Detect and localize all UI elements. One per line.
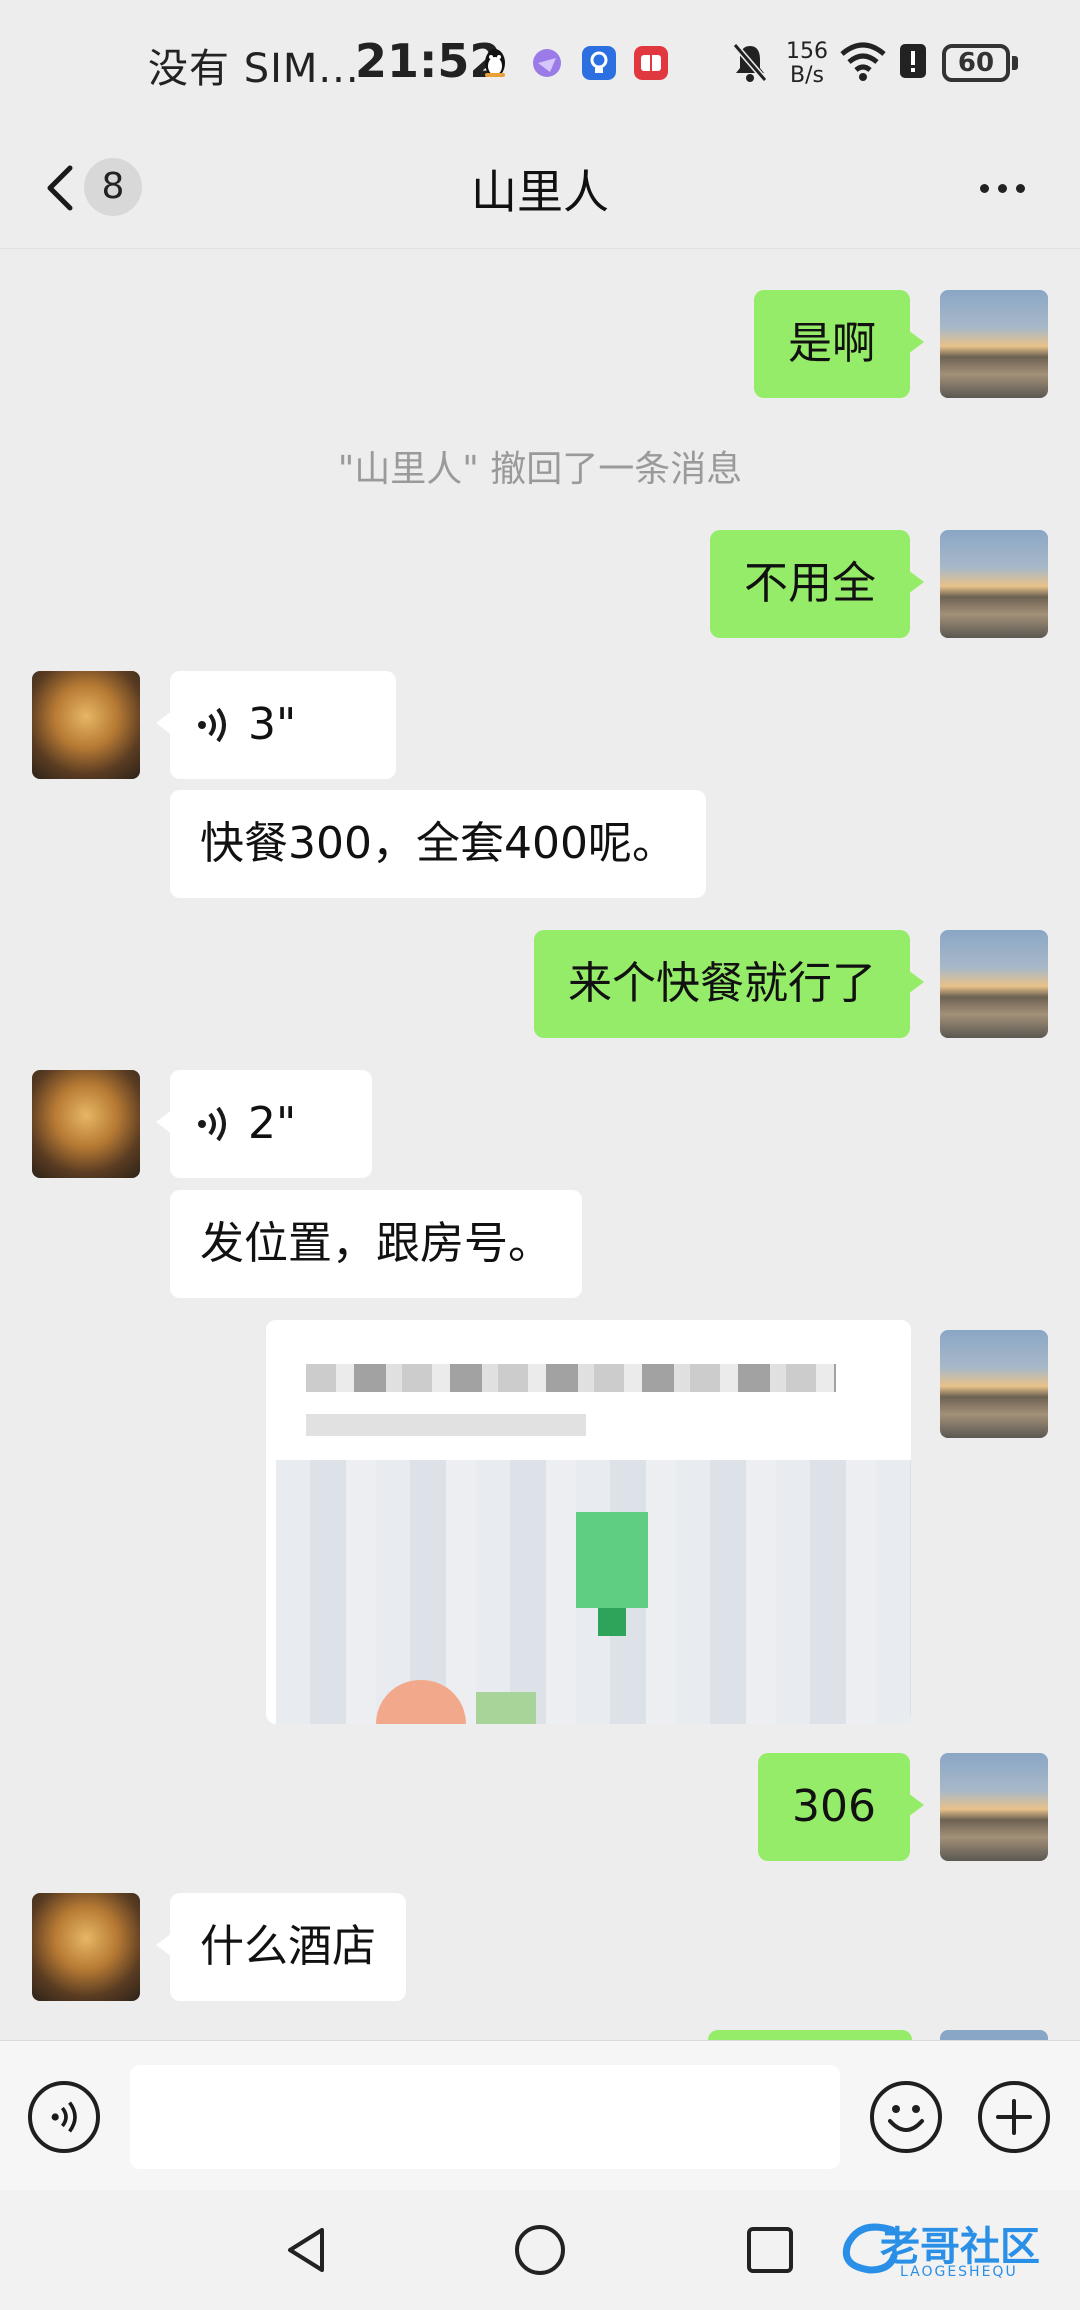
nav-back-icon[interactable] <box>280 2222 336 2278</box>
message-input-bar <box>0 2040 1080 2191</box>
voice-message-bubble[interactable]: 3" <box>156 671 396 779</box>
location-map-blurred <box>276 1460 911 1724</box>
voice-wave-icon <box>198 707 226 743</box>
qq-penguin-icon <box>485 49 505 77</box>
wifi-icon <box>840 42 886 81</box>
self-message-bubble[interactable]: 306 <box>758 1753 924 1861</box>
add-more-button[interactable] <box>978 2081 1050 2153</box>
nav-home-icon[interactable] <box>512 2222 568 2278</box>
contact-message-bubble[interactable]: 快餐300，全套400呢。 <box>170 790 706 898</box>
self-message-bubble[interactable]: 来个快餐就行了 <box>534 930 924 1038</box>
voice-input-button[interactable] <box>28 2081 100 2153</box>
map-park <box>476 1692 536 1724</box>
location-title-blurred <box>306 1364 836 1392</box>
self-avatar[interactable] <box>940 930 1048 1038</box>
watermark-logo: 老哥社区 LAOGESHEQU <box>840 2214 1066 2286</box>
mute-bell-icon <box>732 43 768 82</box>
battery-tip <box>1012 56 1018 70</box>
smiley-icon <box>888 2105 924 2132</box>
sim-alert-icon <box>900 44 926 78</box>
map-pin-icon <box>576 1512 648 1608</box>
message-input[interactable] <box>130 2065 840 2169</box>
watermark-subtext: LAOGESHEQU <box>900 2264 1018 2280</box>
book-app-icon <box>634 46 668 80</box>
contact-message-bubble[interactable]: 发位置，跟房号。 <box>170 1190 582 1298</box>
self-avatar[interactable] <box>940 530 1048 638</box>
self-avatar[interactable] <box>940 290 1048 398</box>
location-card[interactable] <box>266 1320 911 1724</box>
net-speed: 156 B/s <box>786 40 828 88</box>
emoji-button[interactable] <box>870 2081 942 2153</box>
map-landmark <box>376 1680 466 1724</box>
recall-notice: "山里人" 撤回了一条消息 <box>337 449 743 490</box>
location-address-blurred <box>306 1414 586 1436</box>
voice-wave-icon <box>198 1106 226 1142</box>
lightbulb-app-icon <box>582 46 616 80</box>
voice-message-bubble[interactable]: 2" <box>156 1070 372 1178</box>
more-options-icon[interactable] <box>970 160 1036 216</box>
self-avatar[interactable] <box>940 1330 1048 1438</box>
voice-duration: 2" <box>248 1098 297 1149</box>
plus-icon <box>996 2099 1032 2135</box>
contact-avatar[interactable] <box>32 1893 140 2001</box>
contact-avatar[interactable] <box>32 1070 140 1178</box>
browser-app-icon <box>533 49 561 77</box>
net-speed-unit: B/s <box>790 63 824 88</box>
contact-avatar[interactable] <box>32 671 140 779</box>
chat-title: 山里人 <box>471 165 609 219</box>
net-speed-value: 156 <box>786 39 828 64</box>
map-pin-base <box>598 1608 626 1636</box>
self-avatar[interactable] <box>940 1753 1048 1861</box>
carrier-text: 没有 SIM... <box>148 46 360 92</box>
contact-message-bubble[interactable]: 什么酒店 <box>156 1893 406 2001</box>
nav-recents-icon[interactable] <box>742 2222 798 2278</box>
chat-header: 8 山里人 <box>0 130 1080 249</box>
battery-indicator: 60 <box>942 44 1010 82</box>
status-bar: 没有 SIM... 21:52 156 B/s 60 <box>0 0 1080 130</box>
self-message-bubble[interactable]: 不用全 <box>710 530 924 638</box>
voice-duration: 3" <box>248 699 297 750</box>
self-message-bubble[interactable]: 是啊 <box>754 290 924 398</box>
voice-wave-icon <box>51 2101 77 2133</box>
